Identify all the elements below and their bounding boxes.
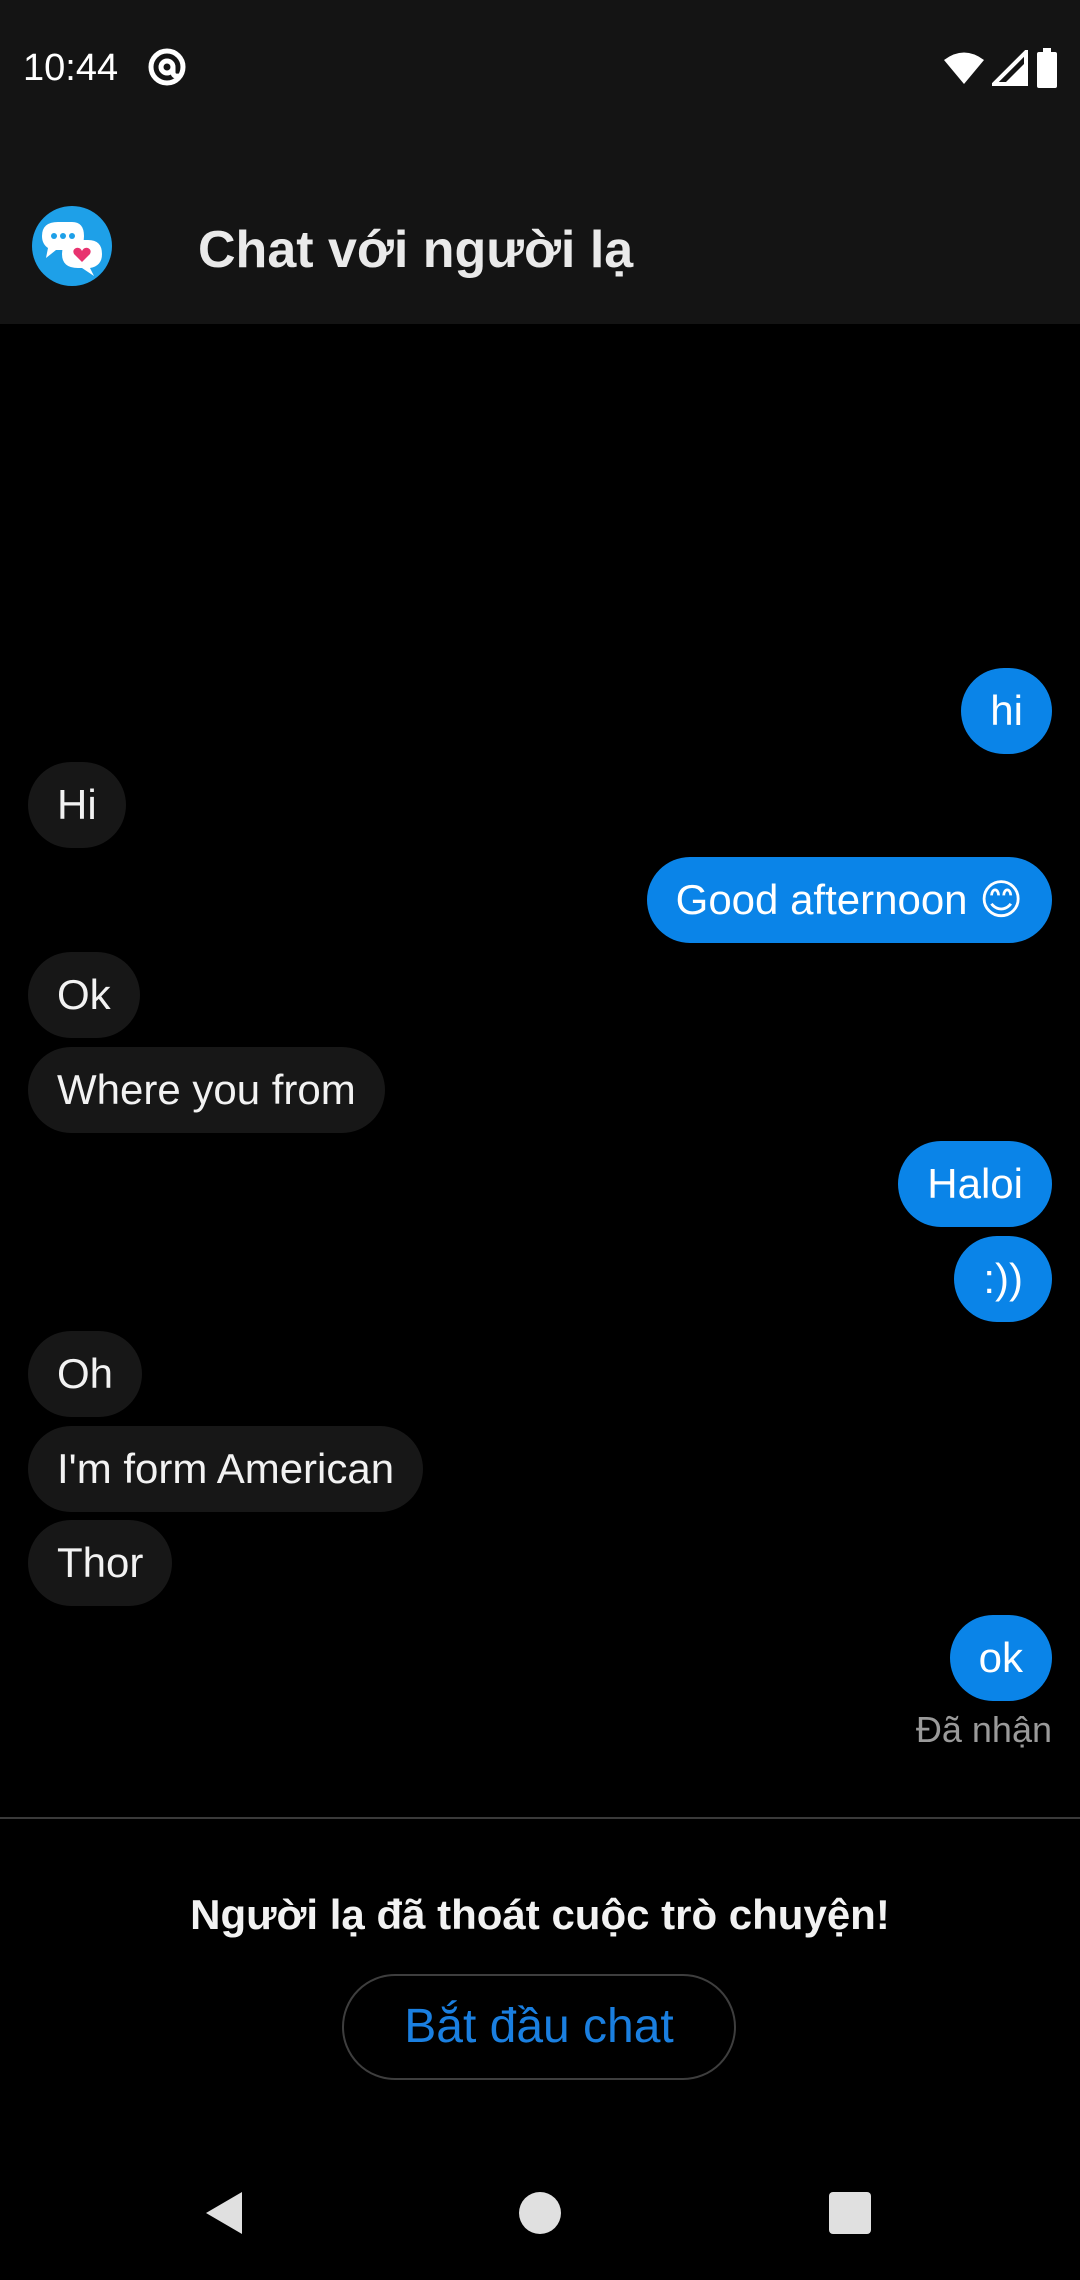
message-bubble-outgoing[interactable]: Good afternoon 😊 <box>646 857 1052 943</box>
delivery-status: Đã nhận <box>915 1709 1052 1750</box>
app-bar: Chat với người lạ <box>0 136 1080 324</box>
back-icon[interactable] <box>204 2190 244 2236</box>
message-bubble-incoming[interactable]: I'm form American <box>28 1426 424 1512</box>
divider <box>0 1817 1080 1819</box>
start-chat-button[interactable]: Bắt đầu chat <box>342 1974 736 2080</box>
battery-icon <box>1037 48 1057 88</box>
home-icon[interactable] <box>519 2192 561 2234</box>
message-bubble-incoming[interactable]: Thor <box>28 1520 173 1606</box>
status-time: 10:44 <box>23 47 119 89</box>
message-list[interactable]: hi Hi Good afternoon 😊 Ok Where you from… <box>0 324 1080 1818</box>
at-sign-icon <box>148 48 186 86</box>
message-bubble-outgoing[interactable]: hi <box>961 668 1052 754</box>
message-bubble-incoming[interactable]: Hi <box>28 762 126 848</box>
message-bubble-outgoing[interactable]: :)) <box>954 1236 1052 1322</box>
message-bubble-incoming[interactable]: Ok <box>28 952 140 1038</box>
wifi-icon <box>944 52 984 84</box>
chat-screen: 10:44 Chat với người lạ hi Hi Good after… <box>0 0 1080 2280</box>
chat-bubbles-heart-icon <box>32 206 112 286</box>
navigation-bar <box>0 2140 1080 2280</box>
status-icons <box>944 46 1058 90</box>
message-bubble-outgoing[interactable]: ok <box>949 1615 1052 1701</box>
recents-icon[interactable] <box>829 2192 871 2234</box>
message-bubble-incoming[interactable]: Oh <box>28 1331 143 1417</box>
signal-icon <box>992 50 1028 86</box>
message-bubble-outgoing[interactable]: Haloi <box>898 1141 1052 1227</box>
chat-ended-notice: Người lạ đã thoát cuộc trò chuyện! <box>190 1891 890 1938</box>
status-bar: 10:44 <box>0 0 1080 136</box>
app-title: Chat với người lạ <box>198 221 634 279</box>
message-bubble-incoming[interactable]: Where you from <box>28 1047 385 1133</box>
